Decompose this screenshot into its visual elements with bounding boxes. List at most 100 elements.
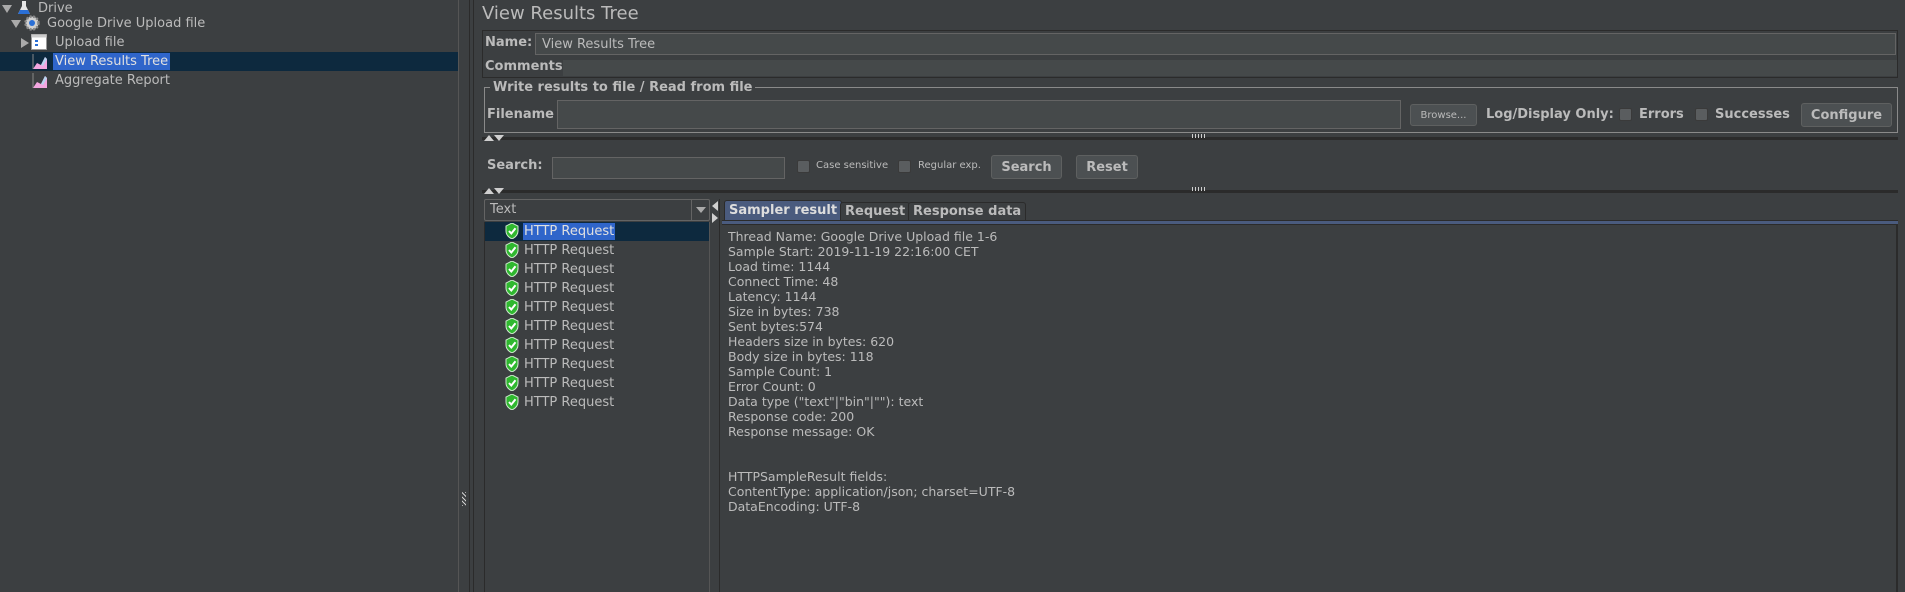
comments-input[interactable] — [563, 60, 1897, 76]
result-item-label: HTTP Request — [524, 262, 615, 277]
collapse-right-icon[interactable] — [712, 213, 718, 223]
splitter-grip-icon[interactable] — [1192, 187, 1206, 191]
page-title: View Results Tree — [482, 3, 639, 24]
gear-icon — [24, 15, 40, 31]
sampler-result-line: Load time: 1144 — [728, 259, 831, 274]
result-item[interactable]: HTTP Request — [485, 241, 709, 260]
splitter-grip-icon[interactable] — [462, 492, 466, 506]
renderer-select[interactable]: Text — [484, 199, 710, 221]
result-item[interactable]: HTTP Request — [485, 317, 709, 336]
tree-item-thread-group[interactable]: Google Drive Upload file — [0, 14, 458, 33]
test-plan-tree[interactable]: Drive Google Drive Upload file Upload fi… — [0, 0, 458, 592]
tree-item-label: View Results Tree — [53, 53, 171, 70]
renderer-selected: Text — [490, 202, 517, 217]
main-splitter[interactable] — [458, 0, 470, 592]
result-item[interactable]: HTTP Request — [485, 355, 709, 374]
sampler-result-line: Response message: OK — [728, 424, 875, 439]
tree-item-aggregate-report[interactable]: Aggregate Report — [0, 71, 458, 90]
success-shield-icon — [505, 318, 519, 334]
expand-toggle-icon[interactable] — [2, 5, 12, 13]
errors-checkbox[interactable] — [1619, 108, 1632, 121]
tree-item-label: Upload file — [55, 35, 125, 50]
sampler-result-line: Body size in bytes: 118 — [728, 349, 874, 364]
filename-input[interactable] — [557, 100, 1401, 129]
collapse-down-icon[interactable] — [494, 135, 504, 141]
result-item-label: HTTP Request — [524, 243, 615, 258]
collapse-up-icon[interactable] — [484, 135, 494, 141]
case-sensitive-label: Case sensitive — [816, 160, 889, 171]
tab-sampler-result[interactable]: Sampler result — [724, 200, 843, 220]
success-shield-icon — [505, 299, 519, 315]
results-splitter[interactable] — [711, 199, 720, 592]
splitter-top[interactable] — [482, 134, 1898, 141]
chevron-down-icon — [696, 207, 706, 213]
panel-border — [473, 0, 481, 592]
result-item-label: HTTP Request — [523, 223, 616, 240]
sampler-result-line: Connect Time: 48 — [728, 274, 839, 289]
splitter-grip-icon[interactable] — [1192, 134, 1206, 138]
name-input[interactable]: View Results Tree — [535, 33, 1896, 55]
result-item-label: HTTP Request — [524, 376, 615, 391]
result-item[interactable]: HTTP Request — [485, 260, 709, 279]
success-shield-icon — [505, 394, 519, 410]
success-shield-icon — [505, 223, 519, 239]
result-item[interactable]: HTTP Request — [485, 298, 709, 317]
sampler-result-line: Sent bytes:574 — [728, 319, 823, 334]
case-sensitive-checkbox[interactable] — [797, 160, 810, 173]
tree-item-label: Aggregate Report — [55, 73, 170, 88]
comments-label: Comments: — [485, 59, 568, 74]
result-item[interactable]: HTTP Request — [485, 222, 709, 241]
success-shield-icon — [505, 261, 519, 277]
success-shield-icon — [505, 242, 519, 258]
regular-exp-checkbox[interactable] — [898, 160, 911, 173]
collapse-down-icon[interactable] — [494, 188, 504, 194]
reset-button[interactable]: Reset — [1076, 155, 1138, 179]
sampler-result-line — [728, 439, 1890, 454]
result-item[interactable]: HTTP Request — [485, 393, 709, 412]
search-input[interactable] — [552, 157, 785, 179]
results-list[interactable]: HTTP Request HTTP Request HTTP Request HTTP… — [484, 222, 710, 592]
result-item-label: HTTP Request — [524, 281, 615, 296]
result-item[interactable]: HTTP Request — [485, 279, 709, 298]
success-shield-icon — [505, 337, 519, 353]
successes-label: Successes — [1715, 107, 1790, 122]
success-shield-icon — [505, 375, 519, 391]
expand-toggle-icon[interactable] — [11, 20, 21, 28]
result-item[interactable]: HTTP Request — [485, 374, 709, 393]
sampler-result-line: Data type ("text"|"bin"|""): text — [728, 394, 924, 409]
expand-toggle-icon[interactable] — [21, 38, 29, 48]
dropdown-arrow[interactable] — [691, 200, 709, 220]
result-item-label: HTTP Request — [524, 319, 615, 334]
collapse-left-icon[interactable] — [712, 201, 718, 211]
tab-request[interactable]: Request — [840, 202, 911, 220]
sampler-result-text[interactable]: Thread Name: Google Drive Upload file 1-… — [722, 225, 1898, 592]
listener-graph-icon — [32, 73, 47, 88]
log-display-only-label: Log/Display Only: — [1486, 107, 1614, 122]
sampler-result-line: Sample Count: 1 — [728, 364, 833, 379]
sampler-result-line — [728, 454, 1890, 469]
name-value: View Results Tree — [542, 36, 656, 52]
filename-label: Filename — [487, 107, 554, 122]
result-item-label: HTTP Request — [524, 357, 615, 372]
successes-checkbox[interactable] — [1695, 108, 1708, 121]
tree-item-view-results-tree[interactable]: View Results Tree — [0, 52, 458, 71]
collapse-up-icon[interactable] — [484, 188, 494, 194]
search-button[interactable]: Search — [991, 155, 1062, 179]
sampler-result-line: Sample Start: 2019-11-19 22:16:00 CET — [728, 244, 979, 259]
splitter-bottom[interactable] — [482, 187, 1898, 194]
sampler-result-line: Size in bytes: 738 — [728, 304, 840, 319]
tree-item-label: Google Drive Upload file — [47, 16, 206, 31]
transaction-controller-icon — [31, 34, 47, 50]
result-item-label: HTTP Request — [524, 300, 615, 315]
configure-button[interactable]: Configure — [1801, 103, 1892, 127]
errors-label: Errors — [1639, 107, 1684, 122]
tree-item-upload-file[interactable]: Upload file — [0, 33, 458, 52]
file-group-title: Write results to file / Read from file — [490, 80, 756, 95]
result-item[interactable]: HTTP Request — [485, 336, 709, 355]
sampler-result-line: DataEncoding: UTF-8 — [728, 499, 861, 514]
browse-button[interactable]: Browse... — [1410, 104, 1477, 126]
sampler-result-line: Response code: 200 — [728, 409, 855, 424]
result-item-label: HTTP Request — [524, 338, 615, 353]
tab-response-data[interactable]: Response data — [908, 202, 1027, 220]
listener-graph-icon — [32, 54, 47, 69]
